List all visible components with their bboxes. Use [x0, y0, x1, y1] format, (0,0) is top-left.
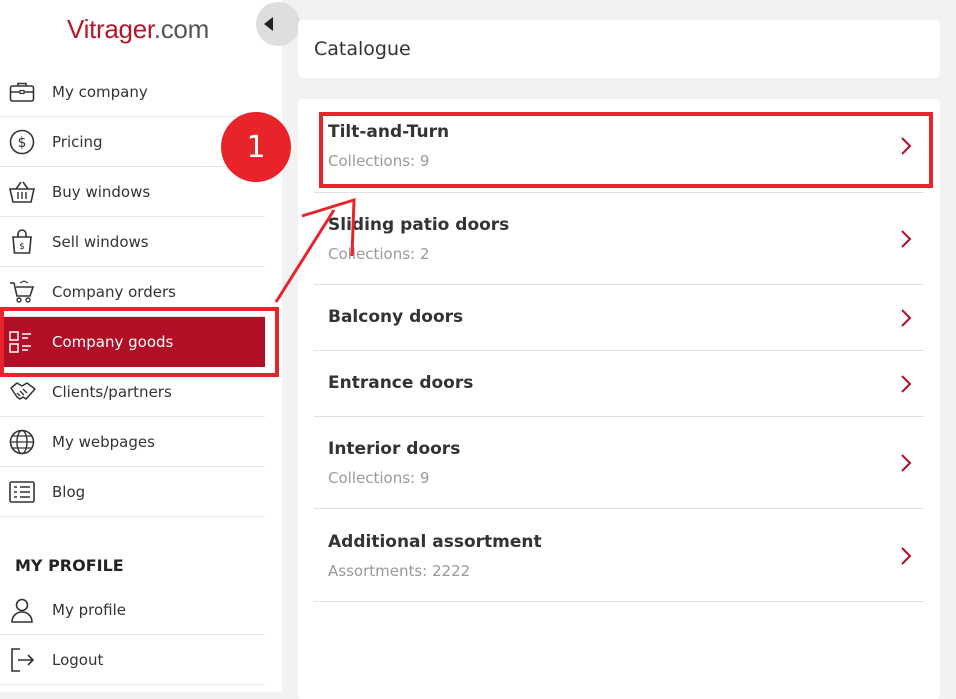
- logo[interactable]: Vitrager.com: [0, 14, 276, 45]
- sidebar-item-label: Company orders: [52, 282, 176, 301]
- collapse-sidebar-button[interactable]: [256, 2, 300, 46]
- row-title: Interior doors: [328, 439, 461, 459]
- handshake-icon: [0, 380, 52, 404]
- chevron-right-icon: [901, 137, 912, 155]
- chevron-right-icon: [901, 230, 912, 248]
- basket-icon: [0, 180, 52, 204]
- chevron-right-icon: [901, 454, 912, 472]
- section-title-my-profile: MY PROFILE: [15, 556, 124, 575]
- svg-text:$: $: [19, 242, 25, 252]
- row-subtitle: Assortments: 2222: [328, 562, 471, 580]
- sidebar-item-label: Logout: [52, 650, 104, 669]
- user-icon: [0, 597, 52, 623]
- profile-nav: My profile Logout: [0, 585, 265, 685]
- sidebar-item-label: Blog: [52, 482, 86, 501]
- svg-text:$: $: [18, 135, 27, 151]
- row-title: Sliding patio doors: [328, 215, 510, 235]
- row-title: Tilt-and-Turn: [328, 122, 450, 142]
- sidebar-item-label: My company: [52, 82, 148, 101]
- sidebar-item-label: Pricing: [52, 132, 103, 151]
- sidebar-item-my-profile[interactable]: My profile: [0, 585, 265, 635]
- chevron-right-icon: [901, 375, 912, 393]
- chevron-right-icon: [901, 309, 912, 327]
- dollar-icon: $: [0, 129, 52, 155]
- sidebar-item-buy-windows[interactable]: Buy windows: [0, 167, 265, 217]
- sidebar-item-label: Clients/partners: [52, 382, 172, 401]
- page-title: Catalogue: [314, 38, 411, 60]
- chevron-right-icon: [901, 547, 912, 565]
- briefcase-icon: [0, 81, 52, 103]
- logout-icon: [0, 647, 52, 673]
- sidebar-item-logout[interactable]: Logout: [0, 635, 265, 685]
- row-subtitle: Collections: 9: [328, 152, 430, 170]
- sidebar-item-my-webpages[interactable]: My webpages: [0, 417, 265, 467]
- cart-icon: [0, 279, 52, 304]
- sidebar-item-clients-partners[interactable]: Clients/partners: [0, 367, 265, 417]
- row-subtitle: Collections: 2: [328, 245, 430, 263]
- sidebar-item-company-orders[interactable]: Company orders: [0, 267, 265, 317]
- goods-list-icon: [0, 330, 52, 354]
- catalogue-row-sliding-patio-doors[interactable]: Sliding patio doors Collections: 2: [314, 193, 924, 285]
- caret-left-icon: [264, 17, 273, 31]
- row-title: Additional assortment: [328, 532, 542, 552]
- sidebar-item-label: Company goods: [52, 332, 174, 351]
- catalogue-header: Catalogue: [298, 20, 940, 78]
- globe-icon: [0, 429, 52, 455]
- catalogue-row-tilt-and-turn[interactable]: Tilt-and-Turn Collections: 9: [314, 109, 924, 193]
- catalogue-row-additional-assortment[interactable]: Additional assortment Assortments: 2222: [314, 509, 924, 602]
- catalogue-row-interior-doors[interactable]: Interior doors Collections: 9: [314, 417, 924, 509]
- row-title: Entrance doors: [328, 373, 474, 393]
- sidebar-item-company-goods[interactable]: Company goods: [0, 317, 265, 367]
- catalogue-row-balcony-doors[interactable]: Balcony doors: [314, 285, 924, 351]
- catalogue-list: Tilt-and-Turn Collections: 9 Sliding pat…: [298, 99, 940, 699]
- sidebar-item-label: My webpages: [52, 432, 155, 451]
- row-title: Balcony doors: [328, 307, 464, 327]
- sidebar-item-label: Buy windows: [52, 182, 151, 201]
- sidebar-item-label: My profile: [52, 600, 126, 619]
- catalogue-row-entrance-doors[interactable]: Entrance doors: [314, 351, 924, 417]
- shopping-bag-icon: $: [0, 228, 52, 255]
- sidebar-item-label: Sell windows: [52, 232, 149, 251]
- sidebar-item-my-company[interactable]: My company: [0, 67, 265, 117]
- row-subtitle: Collections: 9: [328, 469, 430, 487]
- sidebar-item-blog[interactable]: Blog: [0, 467, 265, 517]
- sidebar-item-sell-windows[interactable]: $ Sell windows: [0, 217, 265, 267]
- sidebar: Vitrager.com My company $ Pricing Buy wi…: [0, 0, 282, 692]
- blog-icon: [0, 480, 52, 504]
- step-badge: 1: [221, 112, 291, 182]
